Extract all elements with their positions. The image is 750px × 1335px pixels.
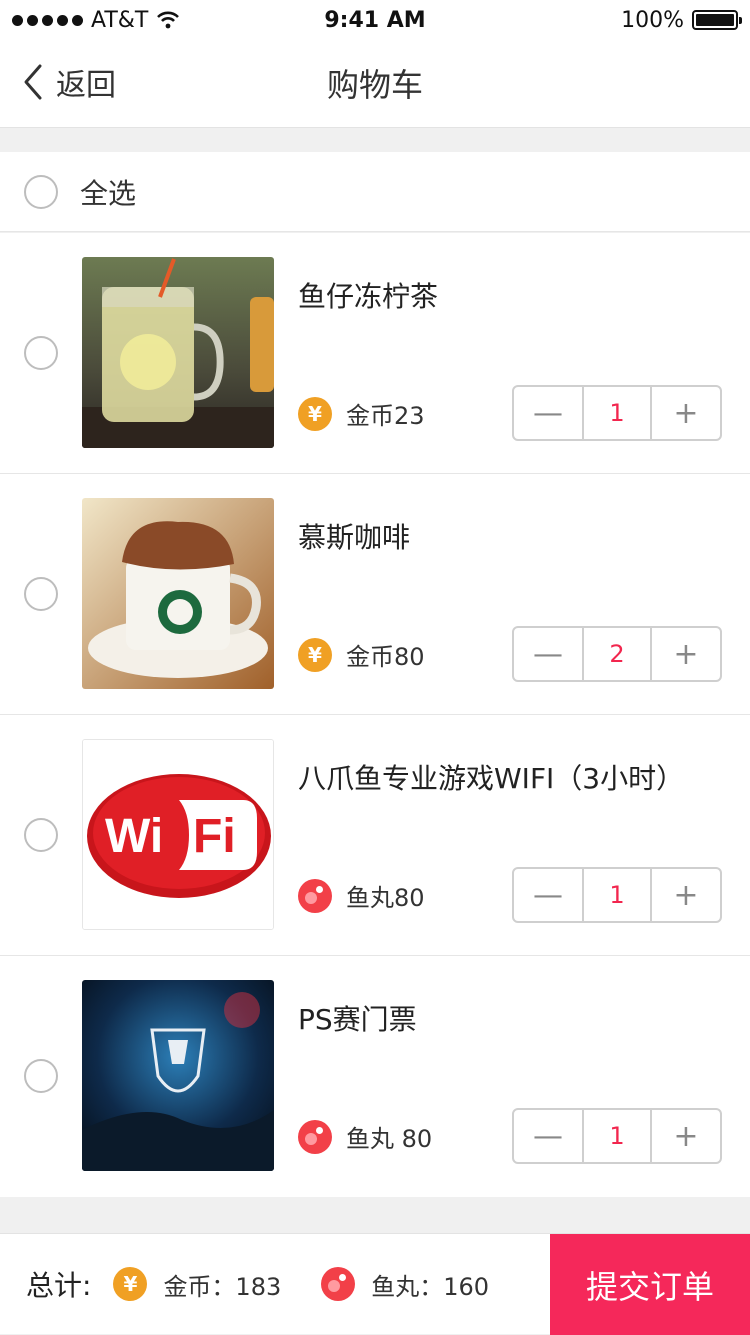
- product-image-wifi[interactable]: Wi Fi: [82, 739, 274, 930]
- product-name: 慕斯咖啡: [298, 521, 411, 554]
- product-image-iced-lemon-tea[interactable]: [82, 257, 274, 448]
- decrease-button[interactable]: —: [514, 1110, 582, 1162]
- carrier: AT&T: [91, 7, 149, 33]
- cart-item: PS赛门票 鱼丸 80 — 1 +: [0, 956, 750, 1197]
- quantity-stepper: — 1 +: [512, 867, 722, 923]
- product-image-mousse-coffee[interactable]: [82, 498, 274, 689]
- item-checkbox[interactable]: [24, 577, 58, 611]
- quantity-value[interactable]: 1: [582, 869, 652, 921]
- increase-button[interactable]: +: [652, 387, 720, 439]
- price-text: 鱼丸 80: [346, 1125, 433, 1153]
- page-title: 购物车: [326, 66, 423, 104]
- increase-button[interactable]: +: [652, 1110, 720, 1162]
- quantity-stepper: — 2 +: [512, 626, 722, 682]
- cart-item: Wi Fi 八爪鱼专业游戏WIFI（3小时） 鱼丸80 — 1 +: [0, 715, 750, 956]
- coin-icon: ¥: [298, 396, 332, 431]
- battery-percent: 100%: [621, 7, 684, 33]
- select-all-checkbox[interactable]: [24, 174, 58, 209]
- svg-text:Fi: Fi: [193, 810, 236, 863]
- product-name: PS赛门票: [298, 1003, 417, 1036]
- decrease-button[interactable]: —: [514, 869, 582, 921]
- product-price: ¥ 金币80: [298, 637, 425, 672]
- signal-icon: [12, 14, 83, 26]
- submit-order-button[interactable]: 提交订单: [550, 1234, 750, 1335]
- product-image-championship[interactable]: [82, 980, 274, 1171]
- status-bar: AT&T 9:41 AM 100%: [0, 0, 750, 40]
- price-text: 金币80: [346, 643, 425, 671]
- decrease-button[interactable]: —: [514, 628, 582, 680]
- decrease-button[interactable]: —: [514, 387, 582, 439]
- cart-item: 鱼仔冻柠茶 ¥ 金币23 — 1 +: [0, 233, 750, 474]
- coin-total: ¥ 金币：183: [113, 1267, 281, 1302]
- item-checkbox[interactable]: [24, 1059, 58, 1093]
- product-price: ¥ 金币23: [298, 396, 425, 431]
- select-all-label: 全选: [80, 176, 137, 210]
- fishball-icon: [298, 1119, 332, 1154]
- item-checkbox[interactable]: [24, 818, 58, 852]
- product-price: 鱼丸80: [298, 878, 425, 913]
- price-text: 鱼丸80: [346, 884, 425, 912]
- fishball-total: 鱼丸：160: [321, 1267, 489, 1302]
- wifi-logo-image: Wi Fi: [83, 740, 273, 929]
- product-name: 鱼仔冻柠茶: [298, 280, 439, 313]
- price-text: 金币23: [346, 402, 425, 430]
- svg-text:Wi: Wi: [105, 810, 163, 863]
- cart-list: 鱼仔冻柠茶 ¥ 金币23 — 1 + 慕斯咖啡 ¥ 金币80 — 2 + Wi …: [0, 233, 750, 1197]
- wifi-icon: [157, 11, 180, 29]
- product-price: 鱼丸 80: [298, 1119, 432, 1154]
- total-label: 总计:: [26, 1269, 92, 1302]
- nav-bar: 返回 购物车: [0, 40, 750, 128]
- increase-button[interactable]: +: [652, 628, 720, 680]
- battery-icon: [692, 10, 742, 30]
- select-all-row[interactable]: 全选: [0, 152, 750, 232]
- cart-item: 慕斯咖啡 ¥ 金币80 — 2 +: [0, 474, 750, 715]
- fishball-icon: [321, 1267, 356, 1301]
- quantity-value[interactable]: 1: [582, 1110, 652, 1162]
- item-checkbox[interactable]: [24, 336, 58, 370]
- fishball-total-text: 鱼丸：160: [371, 1272, 490, 1301]
- checkout-bar: 总计: ¥ 金币：183 鱼丸：160 提交订单: [0, 1233, 750, 1335]
- quantity-value[interactable]: 1: [582, 387, 652, 439]
- fishball-icon: [298, 878, 332, 913]
- coin-icon: ¥: [113, 1267, 148, 1301]
- quantity-stepper: — 1 +: [512, 1108, 722, 1164]
- increase-button[interactable]: +: [652, 869, 720, 921]
- quantity-value[interactable]: 2: [582, 628, 652, 680]
- coin-icon: ¥: [298, 637, 332, 672]
- coin-total-text: 金币：183: [163, 1272, 282, 1301]
- product-name: 八爪鱼专业游戏WIFI（3小时）: [298, 762, 685, 795]
- quantity-stepper: — 1 +: [512, 385, 722, 441]
